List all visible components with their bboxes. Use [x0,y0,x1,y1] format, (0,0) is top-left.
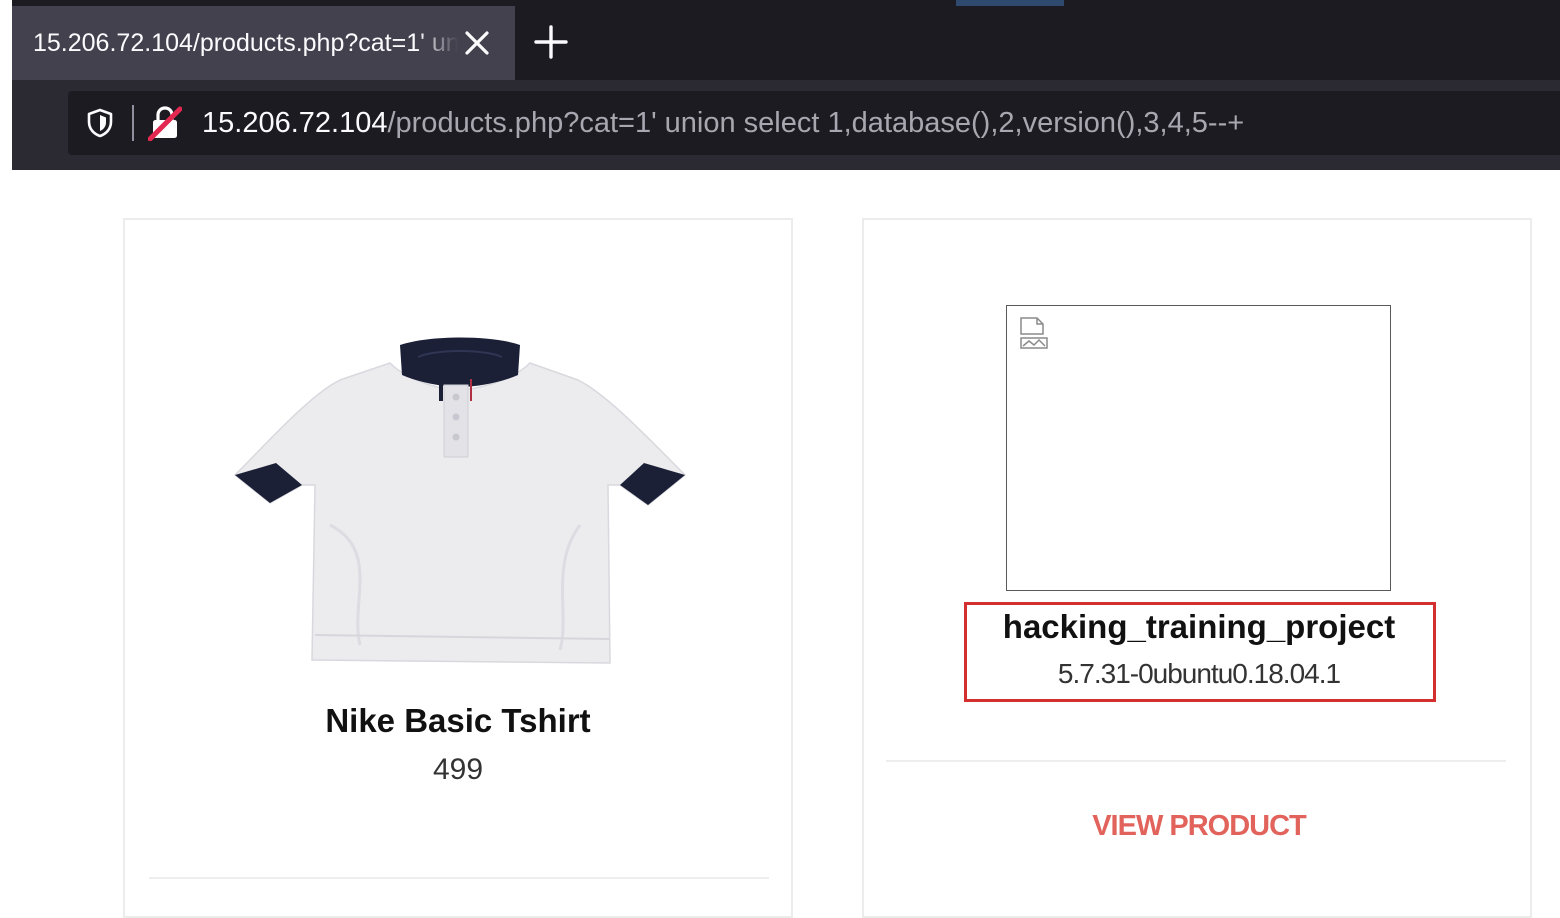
window-edge [0,0,12,170]
url-separator [132,105,134,141]
product-price: 5.7.31-0ubuntu0.18.04.1 [1057,658,1341,689]
url-host: 15.206.72.104 [202,107,388,139]
url-bar[interactable]: 15.206.72.104/products.php?cat=1' union … [68,91,1560,155]
product-price: 499 [432,753,484,786]
window-accent [956,0,1064,6]
tab-title: 15.206.72.104/products.php?cat=1' union … [33,29,458,57]
url-path: /products.php?cat=1' union select 1,data… [387,107,1245,139]
product-name[interactable]: Nike Basic Tshirt [125,702,791,740]
product-name[interactable]: hacking_training_project [864,608,1534,646]
card-divider [886,760,1506,762]
shield-icon[interactable] [86,108,114,138]
insecure-lock-icon[interactable] [147,105,183,142]
card-divider [149,877,769,879]
polo-tshirt-image[interactable] [230,335,690,680]
close-icon[interactable] [462,28,492,58]
plus-icon[interactable] [531,22,571,62]
product-card: hacking_training_project 5.7.31-0ubuntu0… [862,218,1532,918]
navigation-toolbar: 15.206.72.104/products.php?cat=1' union … [12,80,1560,170]
broken-image[interactable] [1006,305,1391,591]
product-card: Nike Basic Tshirt 499 [123,218,793,918]
broken-image-icon [1019,316,1049,350]
browser-tab[interactable]: 15.206.72.104/products.php?cat=1' union … [12,6,515,80]
view-product-button[interactable]: VIEW PRODUCT [864,810,1534,843]
url-text[interactable]: 15.206.72.104/products.php?cat=1' union … [202,91,1244,155]
